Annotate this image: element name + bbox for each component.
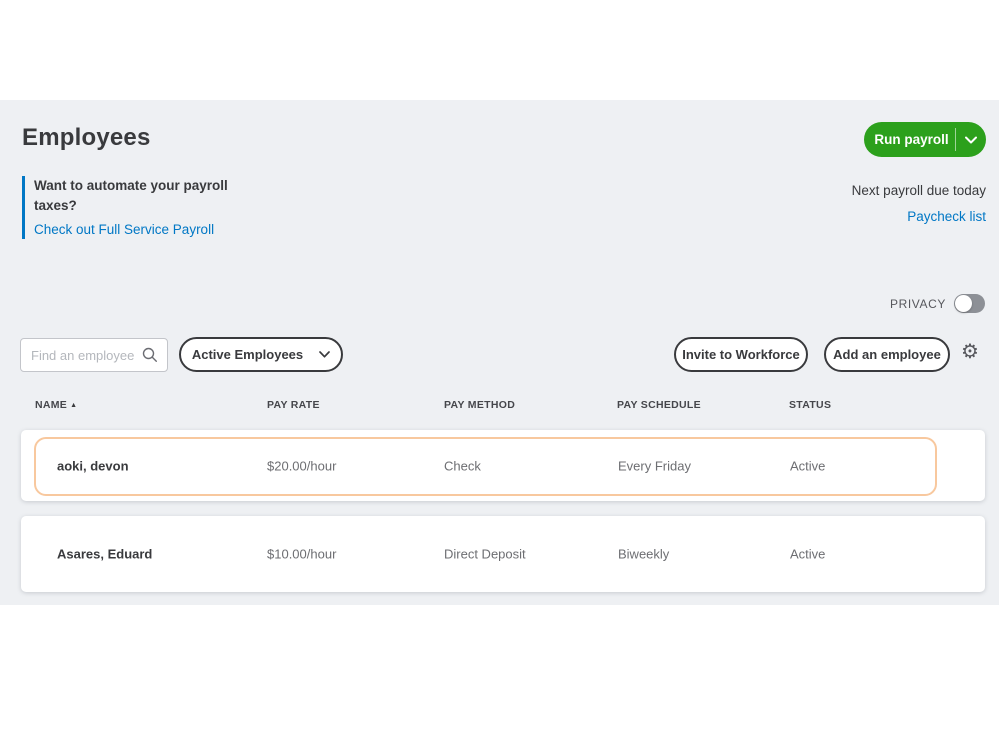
chevron-down-icon[interactable] — [956, 136, 986, 144]
employee-pay-method: Check — [444, 458, 481, 473]
employee-pay-method: Direct Deposit — [444, 547, 526, 562]
column-header-name[interactable]: NAME▲ — [35, 399, 77, 411]
column-header-pay-schedule[interactable]: PAY SCHEDULE — [617, 399, 701, 411]
payroll-employees-page: Employees Want to automate your payroll … — [0, 0, 999, 749]
toggle-knob — [955, 295, 972, 312]
column-header-status[interactable]: STATUS — [789, 399, 831, 411]
employee-name[interactable]: Asares, Eduard — [57, 547, 152, 562]
invite-to-workforce-button[interactable]: Invite to Workforce — [674, 337, 808, 372]
employee-filter-dropdown[interactable]: Active Employees — [179, 337, 343, 372]
next-payroll-due-text: Next payroll due today — [852, 183, 986, 198]
table-header-row: NAME▲ PAY RATE PAY METHOD PAY SCHEDULE S… — [21, 399, 985, 415]
payroll-automation-callout: Want to automate your payroll taxes? Che… — [22, 176, 254, 239]
run-payroll-label: Run payroll — [864, 132, 955, 147]
privacy-control: PRIVACY — [890, 294, 985, 313]
callout-text: Want to automate your payroll taxes? — [34, 176, 239, 216]
employee-pay-rate: $20.00/hour — [267, 458, 336, 473]
employee-status: Active — [790, 547, 825, 562]
search-input[interactable] — [21, 339, 139, 371]
page-title: Employees — [22, 124, 151, 152]
employee-filter-label: Active Employees — [192, 347, 303, 362]
full-service-payroll-link[interactable]: Check out Full Service Payroll — [34, 222, 214, 237]
table-row[interactable]: aoki, devon $20.00/hour Check Every Frid… — [21, 430, 985, 501]
sort-asc-icon: ▲ — [70, 402, 77, 409]
employee-pay-schedule: Biweekly — [618, 547, 669, 562]
column-header-pay-rate[interactable]: PAY RATE — [267, 399, 320, 411]
privacy-label: PRIVACY — [890, 297, 946, 311]
run-payroll-button[interactable]: Run payroll — [864, 122, 986, 157]
employee-status: Active — [790, 458, 825, 473]
gear-icon[interactable]: ⚙ — [961, 342, 979, 362]
add-an-employee-button[interactable]: Add an employee — [824, 337, 950, 372]
employee-name[interactable]: aoki, devon — [57, 458, 129, 473]
chevron-down-icon — [319, 351, 330, 358]
privacy-toggle[interactable] — [954, 294, 985, 313]
table-row[interactable]: Asares, Eduard $10.00/hour Direct Deposi… — [21, 516, 985, 592]
employee-pay-schedule: Every Friday — [618, 458, 691, 473]
paycheck-list-link[interactable]: Paycheck list — [907, 209, 986, 224]
search-icon[interactable] — [142, 347, 158, 363]
employee-search — [20, 338, 168, 372]
column-header-pay-method[interactable]: PAY METHOD — [444, 399, 515, 411]
employee-pay-rate: $10.00/hour — [267, 547, 336, 562]
